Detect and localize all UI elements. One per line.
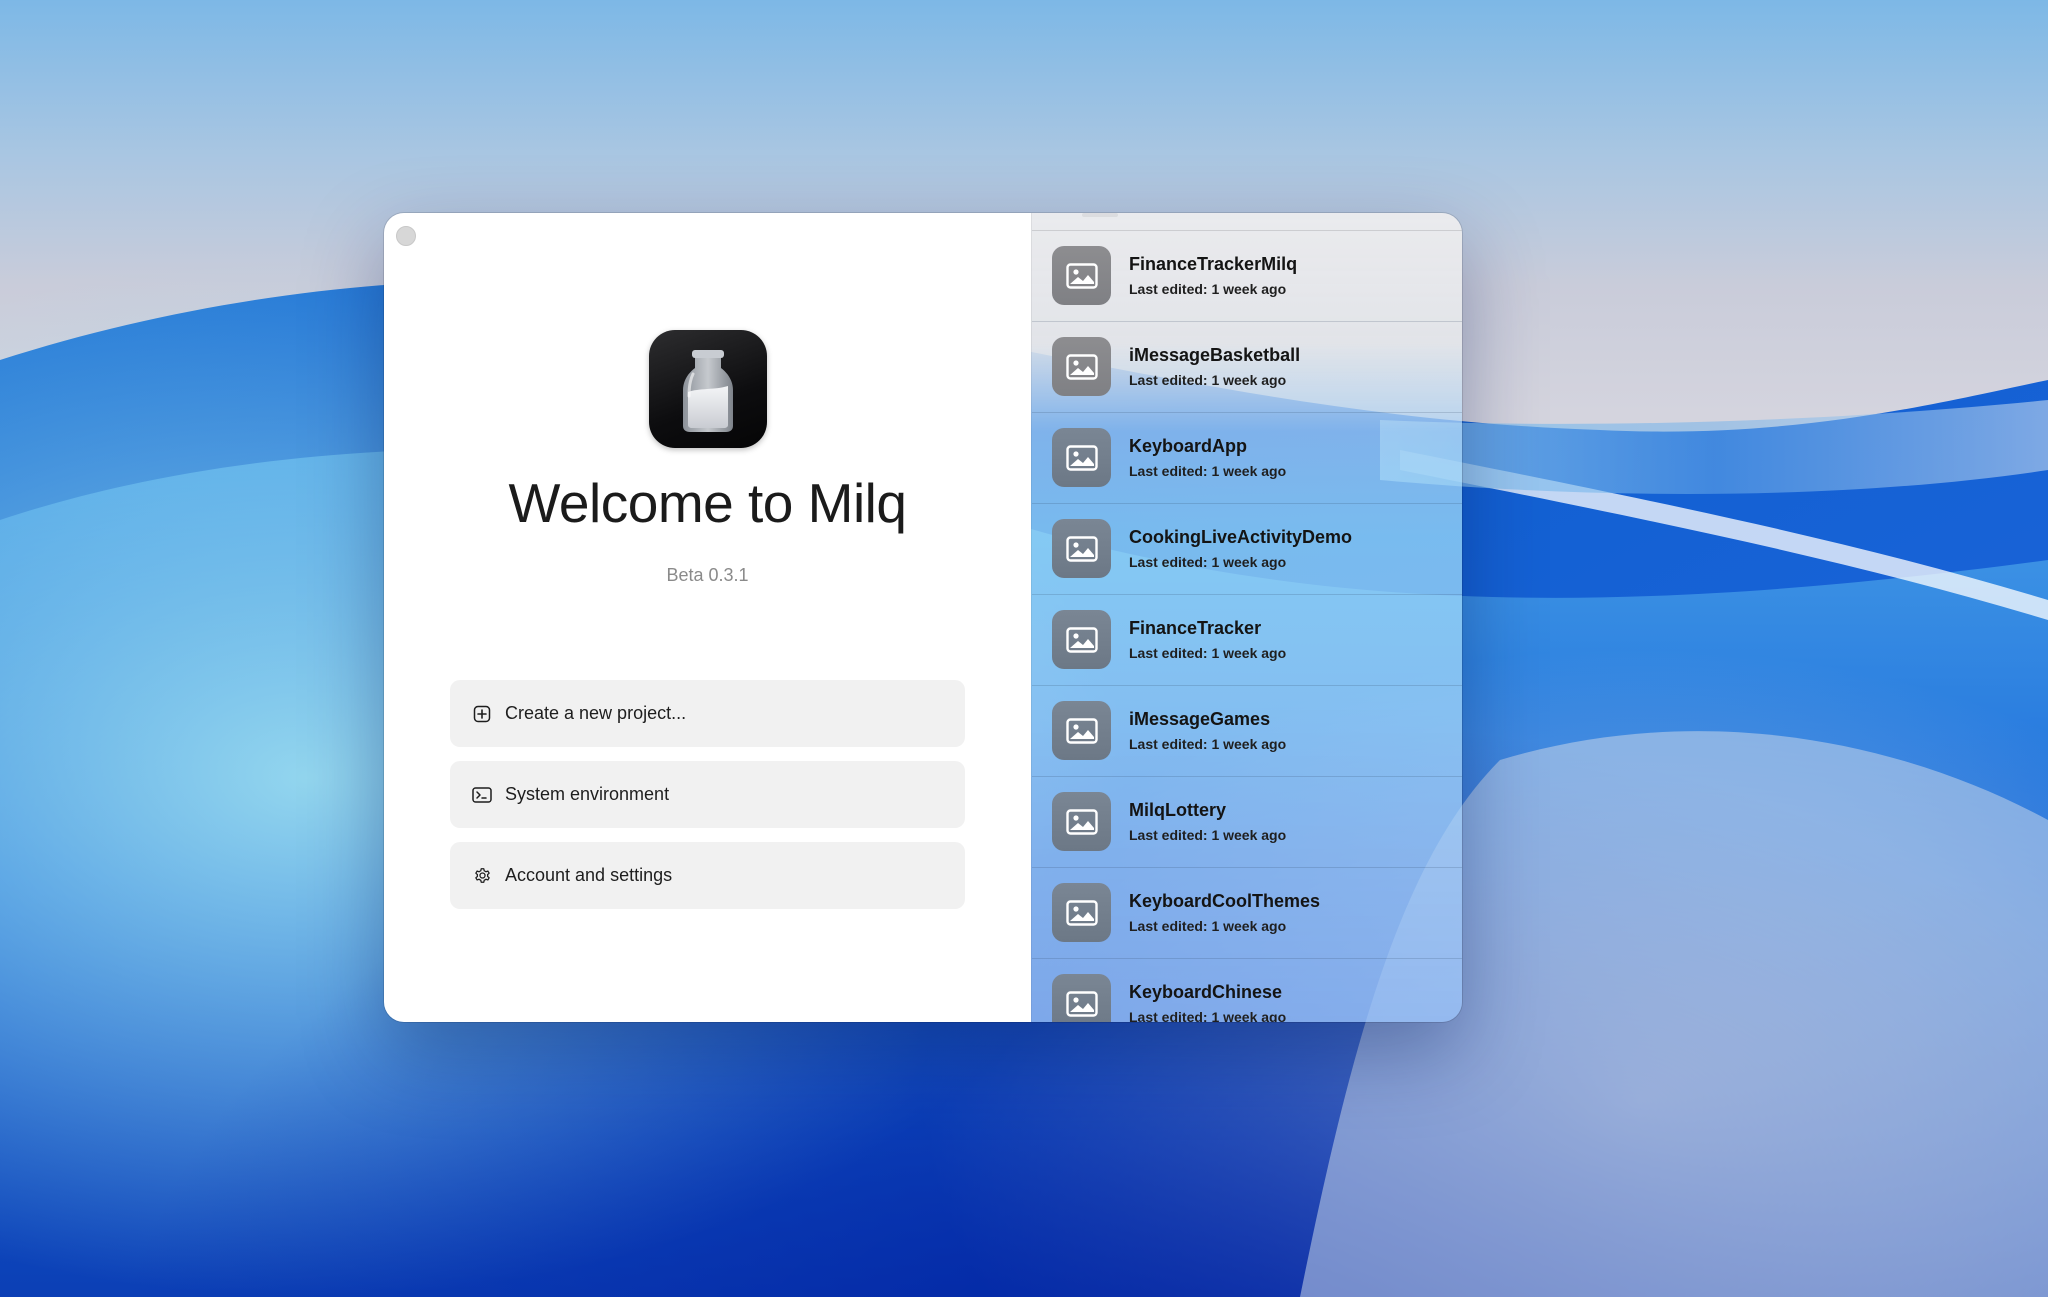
project-item-milqlottery[interactable]: MilqLottery Last edited: 1 week ago xyxy=(1032,777,1462,868)
project-name: KeyboardCoolThemes xyxy=(1129,891,1321,911)
project-name: MilqLottery xyxy=(1129,800,1226,820)
system-environment-label: System environment xyxy=(505,784,670,804)
project-item-imessagegames[interactable]: iMessageGames Last edited: 1 week ago xyxy=(1032,686,1462,777)
project-item-financetracker[interactable]: FinanceTracker Last edited: 1 week ago xyxy=(1032,595,1462,686)
welcome-pane: Welcome to Milq Beta 0.3.1 Create a new … xyxy=(384,213,1031,1022)
image-icon xyxy=(1052,519,1111,578)
recent-projects-list[interactable]: FinanceTrackerMilq Last edited: 1 week a… xyxy=(1031,213,1462,1022)
image-icon xyxy=(1052,337,1111,396)
project-last-edited: Last edited: 1 week ago xyxy=(1129,463,1287,479)
image-icon xyxy=(1052,792,1111,851)
project-item-keyboardcoolthemes[interactable]: KeyboardCoolThemes Last edited: 1 week a… xyxy=(1032,868,1462,959)
list-item-partial xyxy=(1032,213,1462,231)
image-icon xyxy=(1052,974,1111,1022)
close-icon[interactable] xyxy=(396,226,416,246)
project-last-edited: Last edited: 1 week ago xyxy=(1129,281,1287,297)
project-name: FinanceTrackerMilq xyxy=(1129,254,1298,274)
account-settings-button[interactable]: Account and settings xyxy=(450,842,965,909)
image-icon xyxy=(1052,883,1111,942)
project-last-edited: Last edited: 1 week ago xyxy=(1129,736,1287,752)
project-last-edited: Last edited: 1 week ago xyxy=(1129,918,1287,934)
gear-icon xyxy=(472,866,492,886)
plus-square-icon xyxy=(472,704,492,724)
system-environment-button[interactable]: System environment xyxy=(450,761,965,828)
project-name: CookingLiveActivityDemo xyxy=(1129,527,1353,547)
create-project-button[interactable]: Create a new project... xyxy=(450,680,965,747)
project-last-edited: Last edited: 1 week ago xyxy=(1129,1009,1287,1022)
project-item-keyboardchinese[interactable]: KeyboardChinese Last edited: 1 week ago xyxy=(1032,959,1462,1022)
terminal-icon xyxy=(472,785,492,805)
create-project-label: Create a new project... xyxy=(505,703,687,723)
welcome-title: Welcome to Milq xyxy=(508,472,908,534)
project-name: KeyboardApp xyxy=(1129,436,1248,456)
welcome-window: Welcome to Milq Beta 0.3.1 Create a new … xyxy=(384,213,1462,1022)
project-last-edited: Last edited: 1 week ago xyxy=(1129,554,1287,570)
image-icon xyxy=(1052,701,1111,760)
project-last-edited: Last edited: 1 week ago xyxy=(1129,645,1287,661)
project-name: FinanceTracker xyxy=(1129,618,1262,638)
project-list: FinanceTrackerMilq Last edited: 1 week a… xyxy=(1032,231,1462,1022)
version-label: Beta 0.3.1 xyxy=(666,565,749,585)
project-item-keyboardapp[interactable]: KeyboardApp Last edited: 1 week ago xyxy=(1032,413,1462,504)
project-item-cookingliveactivitydemo[interactable]: CookingLiveActivityDemo Last edited: 1 w… xyxy=(1032,504,1462,595)
project-last-edited: Last edited: 1 week ago xyxy=(1129,372,1287,388)
milk-bottle-icon xyxy=(649,330,767,448)
project-last-edited: Last edited: 1 week ago xyxy=(1129,827,1287,843)
image-icon xyxy=(1052,610,1111,669)
image-icon xyxy=(1052,428,1111,487)
project-name: iMessageBasketball xyxy=(1129,345,1301,365)
project-item-imessagebasketball[interactable]: iMessageBasketball Last edited: 1 week a… xyxy=(1032,322,1462,413)
project-name: KeyboardChinese xyxy=(1129,982,1283,1002)
project-name: iMessageGames xyxy=(1129,709,1271,729)
account-settings-label: Account and settings xyxy=(505,865,673,885)
image-icon xyxy=(1052,246,1111,305)
project-item-financetrackermilq[interactable]: FinanceTrackerMilq Last edited: 1 week a… xyxy=(1032,231,1462,322)
